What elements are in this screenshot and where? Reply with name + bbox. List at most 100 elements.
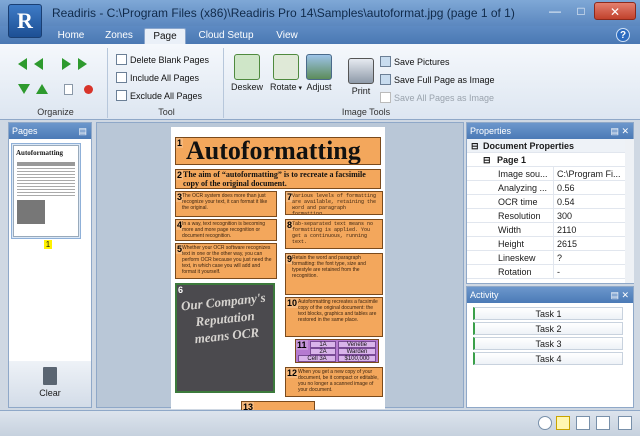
rotate-button[interactable]: Rotate ▾ bbox=[268, 54, 304, 92]
zoom-icon[interactable] bbox=[538, 416, 552, 430]
fit-page-icon[interactable] bbox=[556, 416, 570, 430]
deskew-icon bbox=[234, 54, 260, 80]
task-item[interactable]: Task 4 bbox=[473, 352, 623, 365]
close-button[interactable]: ✕ bbox=[594, 2, 636, 20]
table-cell: $100,000 bbox=[338, 355, 376, 362]
table-cell: Venetie bbox=[338, 341, 376, 348]
exclude-all-pages-button[interactable]: Exclude All Pages bbox=[116, 90, 202, 101]
adjust-button[interactable]: Adjust bbox=[304, 54, 334, 92]
printer-icon bbox=[348, 58, 374, 84]
blank-page-icon[interactable] bbox=[64, 84, 73, 95]
delete-page-icon[interactable] bbox=[84, 85, 93, 94]
zone-8[interactable]: 8 Tab-separated text means no formatting … bbox=[285, 219, 383, 249]
document-subtitle: The aim of “autoformatting” is to recrea… bbox=[183, 170, 366, 188]
collapse-icon[interactable]: ⊟ bbox=[483, 153, 491, 167]
first-page-icon[interactable] bbox=[18, 58, 27, 70]
tab-page[interactable]: Page bbox=[144, 28, 186, 44]
image-tools-group: Deskew Rotate ▾ Adjust Print Save Pictur… bbox=[226, 48, 506, 118]
property-row[interactable]: Analyzing ... 0.56 bbox=[467, 181, 625, 195]
chevron-down-icon: ▾ bbox=[296, 85, 302, 92]
app-icon[interactable]: R bbox=[8, 4, 42, 38]
table-cell: Cell 3A bbox=[298, 355, 336, 362]
zone-10[interactable]: 10 Autoformatting recreates a facsimile c… bbox=[285, 297, 383, 337]
exclude-page-icon bbox=[116, 90, 127, 101]
print-button[interactable]: Print bbox=[346, 58, 376, 96]
ribbon-tabs: Home Zones Page Cloud Setup View ? bbox=[0, 26, 640, 44]
close-icon[interactable]: ✕ bbox=[621, 123, 629, 139]
deskew-button[interactable]: Deskew bbox=[228, 54, 266, 92]
save-icon bbox=[380, 56, 391, 67]
zone-12[interactable]: 12 When you get a new copy of your docume… bbox=[285, 367, 383, 397]
save-icon bbox=[380, 74, 391, 85]
collapse-icon[interactable]: ⊟ bbox=[471, 139, 479, 153]
window-title: Readiris - C:\Program Files (x86)\Readir… bbox=[52, 6, 515, 20]
document-page: 1 Autoformatting 2 The aim of “autoforma… bbox=[171, 127, 385, 411]
pin-icon[interactable]: ▤ bbox=[610, 123, 619, 139]
save-pictures-button[interactable]: Save Pictures bbox=[380, 56, 450, 67]
tab-zones[interactable]: Zones bbox=[96, 28, 142, 44]
zone-9[interactable]: 9 Retain the word and paragraph formattin… bbox=[285, 253, 383, 295]
property-row[interactable]: Rotation - bbox=[467, 265, 625, 279]
zone-3[interactable]: 3 The OCR system does more than just reco… bbox=[175, 191, 277, 217]
properties-scrollbar[interactable] bbox=[625, 139, 634, 283]
last-page-icon[interactable] bbox=[78, 58, 87, 70]
zone-7[interactable]: 7 Various levels of formatting are availa… bbox=[285, 191, 383, 215]
property-row[interactable]: Image sou... C:\Program Fi... bbox=[467, 167, 625, 181]
clear-button[interactable]: Clear bbox=[9, 361, 91, 407]
image-text: Our Company's Reputation means OCR bbox=[180, 289, 267, 347]
property-row[interactable]: OCR time 0.54 bbox=[467, 195, 625, 209]
zone-4[interactable]: 4 In a way, text recognition is becoming … bbox=[175, 219, 277, 241]
task-item[interactable]: Task 3 bbox=[473, 337, 623, 350]
zone-1[interactable]: 1 Autoformatting bbox=[175, 137, 381, 165]
document-view[interactable]: 1 Autoformatting 2 The aim of “autoforma… bbox=[96, 122, 464, 411]
tab-home[interactable]: Home bbox=[48, 28, 94, 44]
save-full-page-button[interactable]: Save Full Page as Image bbox=[380, 74, 495, 85]
table-cell: 2A bbox=[310, 348, 336, 355]
next-page-icon[interactable] bbox=[62, 58, 71, 70]
task-item[interactable]: Task 2 bbox=[473, 322, 623, 335]
properties-pane: Properties ▤ ✕ ⊟ Document Properties ⊟ Page … bbox=[466, 122, 634, 284]
include-all-pages-button[interactable]: Include All Pages bbox=[116, 72, 199, 83]
pin-icon[interactable]: ▤ bbox=[78, 123, 87, 139]
save-all-pages-button[interactable]: Save All Pages as Image bbox=[380, 92, 494, 103]
delete-blank-pages-button[interactable]: Delete Blank Pages bbox=[116, 54, 209, 65]
property-group-page[interactable]: ⊟ Page 1 bbox=[467, 153, 625, 167]
layout-icon[interactable] bbox=[618, 416, 632, 430]
property-row[interactable]: Height 2615 bbox=[467, 237, 625, 251]
zone-6-image[interactable]: 6 Our Company's Reputation means OCR bbox=[175, 283, 275, 393]
zone-2[interactable]: 2 The aim of “autoformatting” is to recr… bbox=[175, 169, 381, 189]
tool-group: Delete Blank Pages Include All Pages Exc… bbox=[110, 48, 224, 118]
move-down-icon[interactable] bbox=[18, 84, 30, 94]
tool-label: Tool bbox=[158, 107, 175, 117]
tab-cloud-setup[interactable]: Cloud Setup bbox=[190, 28, 262, 44]
page-view-icon[interactable] bbox=[596, 416, 610, 430]
page-thumbnail[interactable]: Autoformatting bbox=[13, 145, 79, 237]
property-group-document[interactable]: ⊟ Document Properties bbox=[467, 139, 625, 153]
property-row[interactable]: Resolution 300 bbox=[467, 209, 625, 223]
pin-icon[interactable]: ▤ bbox=[610, 287, 619, 303]
adjust-icon bbox=[306, 54, 332, 80]
pages-pane: Pages ▤ Autoformatting 1 Clear bbox=[8, 122, 92, 408]
image-tools-label: Image Tools bbox=[341, 107, 391, 117]
organize-group: Organize bbox=[4, 48, 108, 118]
zone-5[interactable]: 5 Whether your OCR software recognizes te… bbox=[175, 243, 277, 279]
activity-pane: Activity ▤ ✕ Task 1 Task 2 Task 3 Task 4 bbox=[466, 286, 634, 408]
task-item[interactable]: Task 1 bbox=[473, 307, 623, 320]
previous-page-icon[interactable] bbox=[34, 58, 43, 70]
minimize-button[interactable]: — bbox=[542, 2, 568, 20]
organize-label: Organize bbox=[37, 107, 74, 117]
maximize-button[interactable]: □ bbox=[568, 2, 594, 20]
fit-width-icon[interactable] bbox=[576, 416, 590, 430]
property-row[interactable]: Width 2110 bbox=[467, 223, 625, 237]
table-cell: 1A bbox=[310, 341, 336, 348]
help-icon[interactable]: ? bbox=[616, 28, 630, 42]
move-up-icon[interactable] bbox=[36, 84, 48, 94]
title-bar: Readiris - C:\Program Files (x86)\Readir… bbox=[0, 0, 640, 26]
close-icon[interactable]: ✕ bbox=[621, 287, 629, 303]
trash-icon bbox=[43, 367, 57, 385]
zone-11-table[interactable]: 11 1A Venetie 2A Warden Cell 3A $100,000 bbox=[295, 339, 379, 363]
property-row[interactable]: Lineskew? bbox=[467, 251, 625, 265]
document-title: Autoformatting bbox=[186, 137, 361, 165]
tab-view[interactable]: View bbox=[264, 28, 310, 44]
save-icon bbox=[380, 92, 391, 103]
